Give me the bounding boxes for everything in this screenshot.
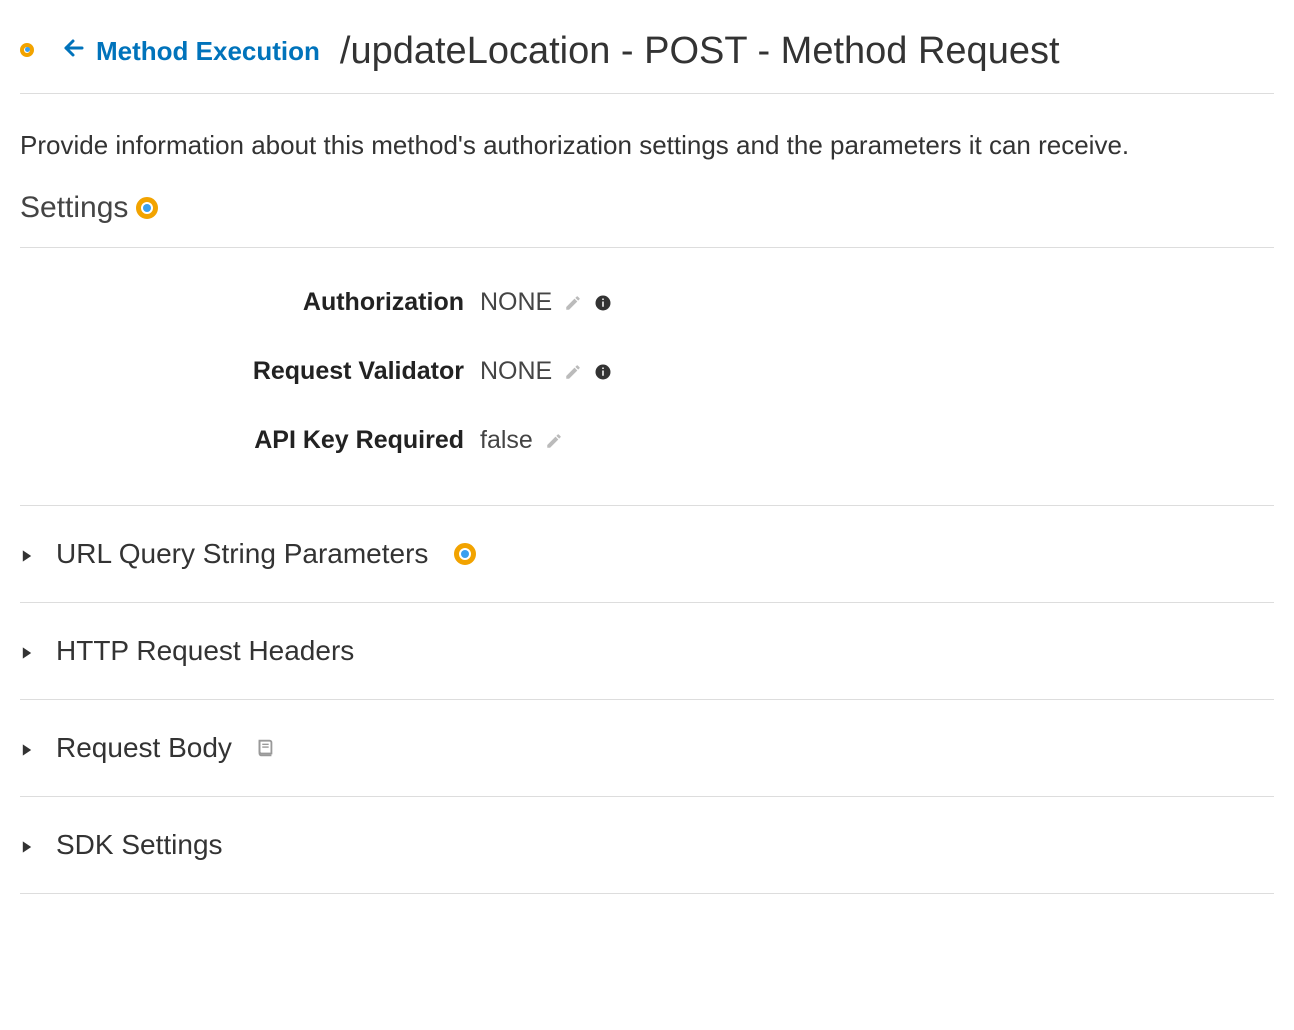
chevron-right-icon xyxy=(20,829,34,861)
collapsible-http-request-headers[interactable]: HTTP Request Headers xyxy=(20,603,1274,700)
page-title: /updateLocation - POST - Method Request xyxy=(340,30,1060,73)
arrow-left-icon xyxy=(62,36,86,67)
collapsible-title: URL Query String Parameters xyxy=(56,538,428,570)
setting-row-api-key-required: API Key Required false xyxy=(20,406,1274,475)
chevron-right-icon xyxy=(20,635,34,667)
setting-row-authorization: Authorization NONE xyxy=(20,268,1274,337)
badge-dot-icon xyxy=(136,197,158,219)
setting-value: NONE xyxy=(480,357,612,386)
setting-value-text: NONE xyxy=(480,357,552,386)
setting-row-request-validator: Request Validator NONE xyxy=(20,337,1274,406)
back-to-method-execution-link[interactable]: Method Execution xyxy=(62,36,320,67)
badge-dot-icon xyxy=(454,543,476,565)
page-description: Provide information about this method's … xyxy=(20,94,1274,185)
title-bar: Method Execution /updateLocation - POST … xyxy=(20,0,1274,94)
collapsible-url-query-string-parameters[interactable]: URL Query String Parameters xyxy=(20,506,1274,603)
badge-dot-icon xyxy=(20,43,34,57)
collapsible-request-body[interactable]: Request Body xyxy=(20,700,1274,797)
setting-label: Request Validator xyxy=(20,357,480,386)
info-icon[interactable] xyxy=(594,294,612,312)
setting-value-text: NONE xyxy=(480,288,552,317)
chevron-right-icon xyxy=(20,538,34,570)
pencil-icon[interactable] xyxy=(564,363,582,381)
setting-label: Authorization xyxy=(20,288,480,317)
pencil-icon[interactable] xyxy=(545,432,563,450)
collapsible-title: SDK Settings xyxy=(56,829,223,861)
setting-value-text: false xyxy=(480,426,533,455)
settings-body: Authorization NONE Request Validator NON… xyxy=(20,248,1274,506)
back-link-label: Method Execution xyxy=(96,36,320,67)
collapsible-title: HTTP Request Headers xyxy=(56,635,354,667)
settings-section-title: Settings xyxy=(20,191,128,225)
settings-section-header: Settings xyxy=(20,185,1274,248)
setting-label: API Key Required xyxy=(20,426,480,455)
setting-value: NONE xyxy=(480,288,612,317)
info-icon[interactable] xyxy=(594,363,612,381)
chevron-right-icon xyxy=(20,732,34,764)
collapsible-sdk-settings[interactable]: SDK Settings xyxy=(20,797,1274,894)
setting-value: false xyxy=(480,426,563,455)
book-icon xyxy=(254,737,276,759)
pencil-icon[interactable] xyxy=(564,294,582,312)
collapsible-title: Request Body xyxy=(56,732,232,764)
